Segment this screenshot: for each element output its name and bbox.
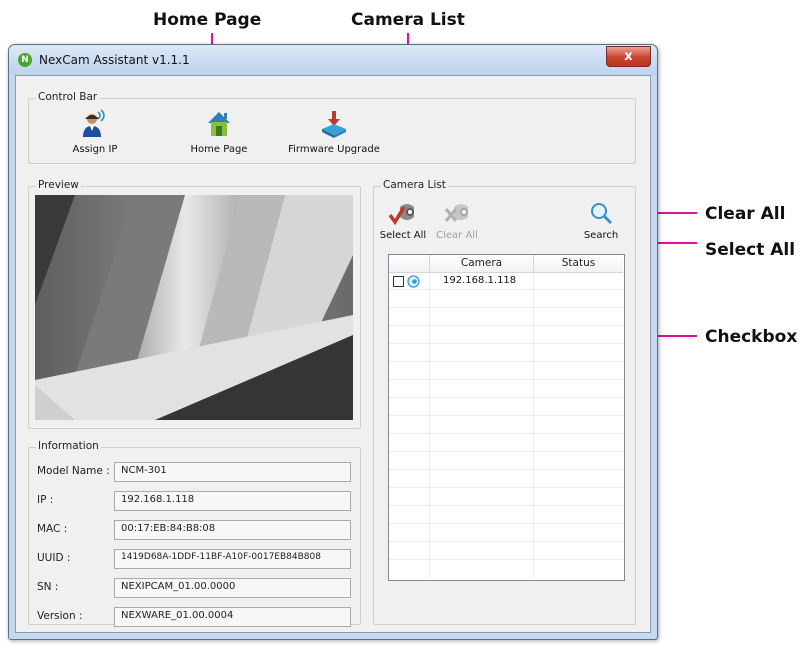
app-window: N NexCam Assistant v1.1.1 x Control Bar … xyxy=(8,44,658,640)
row-divider xyxy=(389,541,624,542)
home-page-label: Home Page xyxy=(190,144,248,155)
row-divider xyxy=(389,325,624,326)
home-page-button[interactable]: Home Page xyxy=(179,109,259,155)
version-field: NEXWARE_01.00.0004 xyxy=(114,607,351,627)
camera-status-icon xyxy=(407,275,420,288)
column-divider xyxy=(429,273,430,579)
column-header-status[interactable]: Status xyxy=(534,255,623,273)
row-divider xyxy=(389,505,624,506)
close-button[interactable]: x xyxy=(606,46,651,67)
select-all-button[interactable]: Select All xyxy=(378,201,428,241)
model-name-label: Model Name : xyxy=(37,465,110,477)
clear-all-label: Clear All xyxy=(436,230,478,241)
mac-field: 00:17:EB:84:B8:08 xyxy=(114,520,351,540)
camera-preview-scene xyxy=(35,195,353,420)
assign-ip-icon xyxy=(83,109,105,137)
assign-ip-label: Assign IP xyxy=(72,144,118,155)
row-divider xyxy=(389,451,624,452)
callout-select-all: Select All xyxy=(705,240,796,260)
window-title: NexCam Assistant v1.1.1 xyxy=(39,53,190,67)
search-icon xyxy=(591,203,613,225)
app-icon: N xyxy=(18,53,32,67)
firmware-upgrade-label: Firmware Upgrade xyxy=(288,144,380,155)
row-divider xyxy=(389,361,624,362)
clear-all-icon xyxy=(444,204,468,222)
assign-ip-button[interactable]: Assign IP xyxy=(55,109,135,155)
uuid-label: UUID : xyxy=(37,552,71,564)
row-divider xyxy=(389,433,624,434)
sn-label: SN : xyxy=(37,581,59,593)
firmware-upgrade-icon xyxy=(322,111,346,138)
callout-clear-all: Clear All xyxy=(705,204,786,224)
select-all-label: Select All xyxy=(379,230,427,241)
clear-all-button[interactable]: Clear All xyxy=(434,201,480,241)
sn-field: NEXIPCAM_01.00.0000 xyxy=(114,578,351,598)
column-header-camera[interactable]: Camera xyxy=(430,255,534,273)
mac-label: MAC : xyxy=(37,523,68,535)
row-divider xyxy=(389,523,624,524)
camera-row-address: 192.168.1.118 xyxy=(443,275,517,286)
camera-preview-image xyxy=(35,195,353,420)
firmware-upgrade-button[interactable]: Firmware Upgrade xyxy=(283,109,385,155)
ip-label: IP : xyxy=(37,494,54,506)
row-divider xyxy=(389,289,624,290)
information-title: Information xyxy=(36,440,101,452)
ip-field: 192.168.1.118 xyxy=(114,491,351,511)
control-bar-group: Control Bar Assign IP Home Page Firmware… xyxy=(28,91,636,164)
select-all-icon xyxy=(388,204,414,226)
row-divider xyxy=(389,343,624,344)
column-divider xyxy=(533,273,534,579)
information-group: Information Model Name : NCM-301 IP : 19… xyxy=(28,440,361,627)
title-bar[interactable]: N NexCam Assistant v1.1.1 x xyxy=(9,45,657,75)
preview-group: Preview xyxy=(28,179,361,429)
search-label: Search xyxy=(583,230,619,241)
version-label: Version : xyxy=(37,610,83,622)
camera-list-table[interactable]: Camera Status 192.168.1.118 xyxy=(388,254,625,581)
callout-checkbox: Checkbox xyxy=(705,327,798,347)
camera-list-group: Camera List Select All Clear All Search … xyxy=(373,179,636,625)
control-bar-title: Control Bar xyxy=(36,91,100,103)
callout-home-page: Home Page xyxy=(153,10,262,30)
row-divider xyxy=(389,307,624,308)
camera-list-title: Camera List xyxy=(381,179,448,191)
callout-camera-list: Camera List xyxy=(351,10,465,30)
row-divider xyxy=(389,415,624,416)
preview-title: Preview xyxy=(36,179,81,191)
search-button[interactable]: Search xyxy=(578,201,624,241)
uuid-field: 1419D68A-1DDF-11BF-A10F-0017EB84B808 xyxy=(114,549,351,569)
row-divider xyxy=(389,397,624,398)
home-icon xyxy=(208,112,230,136)
model-name-field: NCM-301 xyxy=(114,462,351,482)
row-divider xyxy=(389,559,624,560)
row-divider xyxy=(389,487,624,488)
table-row[interactable]: 192.168.1.118 xyxy=(389,273,624,289)
camera-row-checkbox[interactable] xyxy=(393,276,404,287)
row-divider xyxy=(389,469,624,470)
row-divider xyxy=(389,379,624,380)
client-area: Control Bar Assign IP Home Page Firmware… xyxy=(15,75,651,633)
column-header-select[interactable] xyxy=(389,255,430,273)
